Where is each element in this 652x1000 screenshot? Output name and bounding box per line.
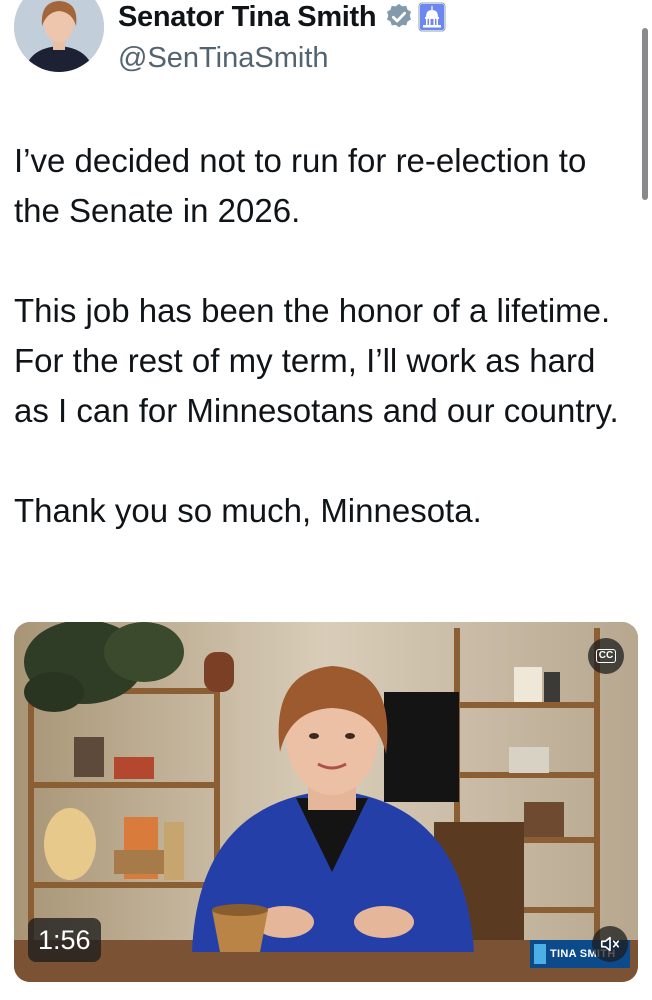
logo-stripe xyxy=(534,944,546,964)
display-name[interactable]: Senator Tina Smith xyxy=(118,1,377,34)
gray-verified-check-icon[interactable] xyxy=(384,2,414,32)
us-capitol-badge-icon[interactable] xyxy=(418,2,446,32)
mute-button[interactable] xyxy=(592,926,628,962)
tweet-paragraph: Thank you so much, Minnesota. xyxy=(14,492,482,529)
tweet-paragraph: This job has been the honor of a lifetim… xyxy=(14,292,619,429)
cc-icon: CC xyxy=(595,649,617,663)
scrollbar[interactable] xyxy=(642,28,648,200)
video-thumbnail xyxy=(14,622,638,982)
tweet-header: Senator Tina Smith @SenTinaSmith xyxy=(0,0,652,100)
tweet-paragraph: I’ve decided not to run for re-election … xyxy=(14,142,587,229)
video-player[interactable]: CC 1:56 TINA SMITH xyxy=(14,622,638,982)
captions-button[interactable]: CC xyxy=(588,638,624,674)
speaker-muted-icon xyxy=(600,936,620,952)
avatar[interactable] xyxy=(14,0,104,72)
video-duration: 1:56 xyxy=(28,918,101,962)
handle[interactable]: @SenTinaSmith xyxy=(118,42,446,75)
tweet-text: I’ve decided not to run for re-election … xyxy=(14,136,638,536)
